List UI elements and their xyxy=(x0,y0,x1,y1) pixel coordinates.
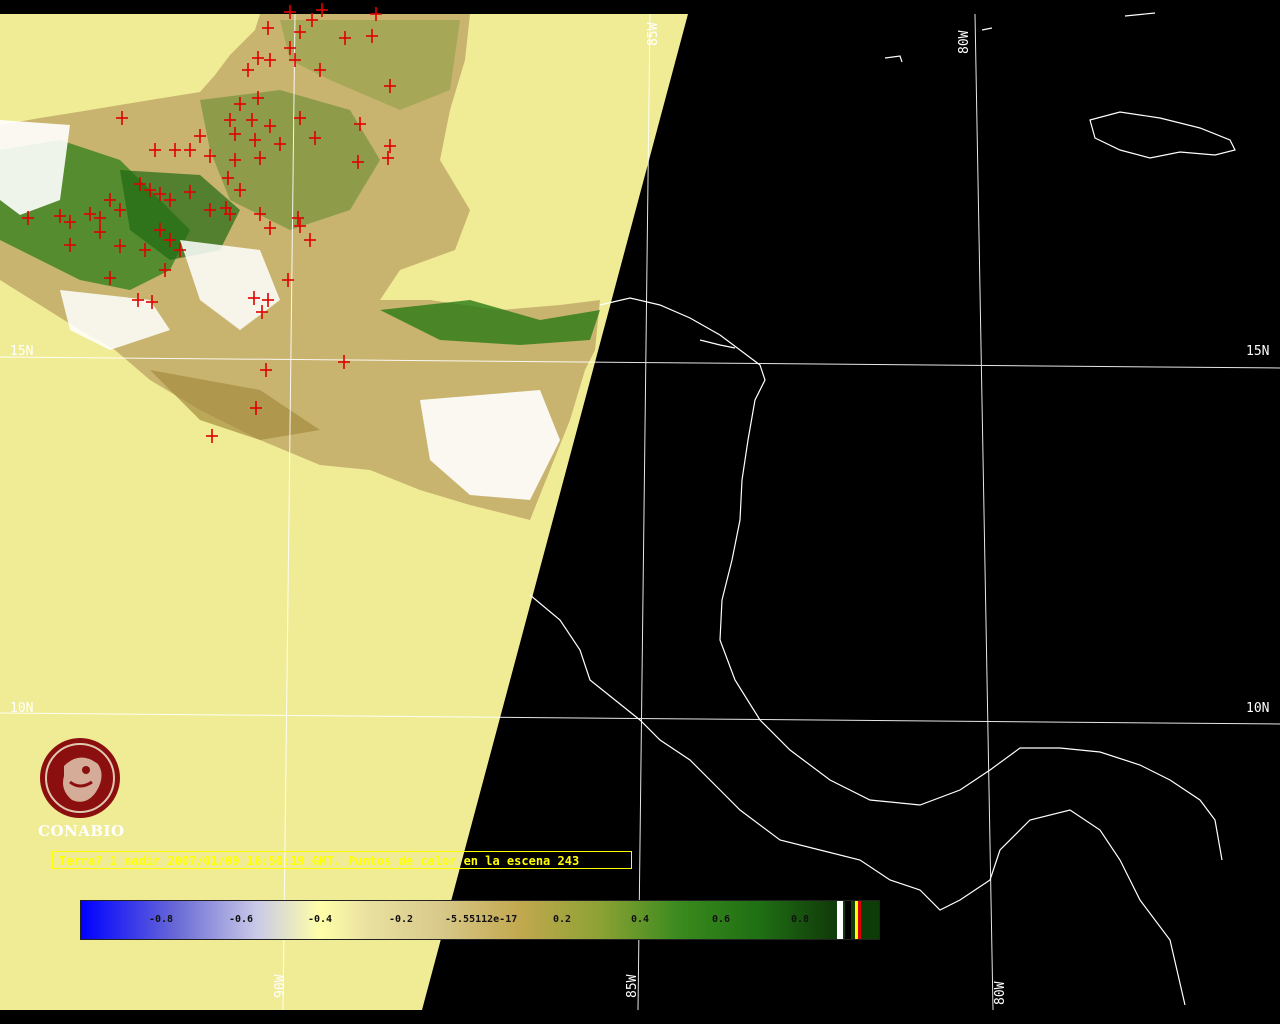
colorbar-tick: -5.55112e-17 xyxy=(445,914,518,925)
colorbar-tick: -0.4 xyxy=(308,914,333,925)
scene-caption: Terra? 1 nadir 2007/01/09 16:50:19 GMT. … xyxy=(52,851,632,869)
colorbar-tick: -0.8 xyxy=(149,914,174,925)
colorbar-tick: 0.6 xyxy=(712,914,731,925)
colorbar-tick: 0.2 xyxy=(553,914,572,925)
colorbar-tick: 0.8 xyxy=(791,914,810,925)
colorbar-tick: 0.4 xyxy=(631,914,650,925)
lat-label-10n-left: 10N xyxy=(10,701,33,716)
lat-label-15n-left: 15N xyxy=(10,344,33,359)
lon-label-80w-bottom: 80W xyxy=(993,981,1008,1005)
lon-label-90w-bottom: 90W xyxy=(273,974,288,998)
lon-label-85w-top: 85W xyxy=(646,22,661,46)
colorbar-tick: -0.6 xyxy=(229,914,254,925)
colorbar-black-swatch xyxy=(845,901,851,939)
lon-label-80w-top: 80W xyxy=(957,30,972,54)
lat-label-10n-right: 10N xyxy=(1246,701,1269,716)
satellite-map: 15N 15N 10N 10N 85W 80W 90W 85W 80W xyxy=(0,0,1280,1024)
lat-label-15n-right: 15N xyxy=(1246,344,1269,359)
colorbar-tick: -0.2 xyxy=(389,914,414,925)
logo-text: CONABIO xyxy=(38,822,125,840)
colorbar-red-swatch xyxy=(858,901,861,939)
colorbar-white-swatch xyxy=(837,901,843,939)
lon-label-85w-bottom: 85W xyxy=(625,974,640,998)
ndvi-colorbar: -0.8 -0.6 -0.4 -0.2 -5.55112e-17 0.2 0.4… xyxy=(80,900,880,940)
